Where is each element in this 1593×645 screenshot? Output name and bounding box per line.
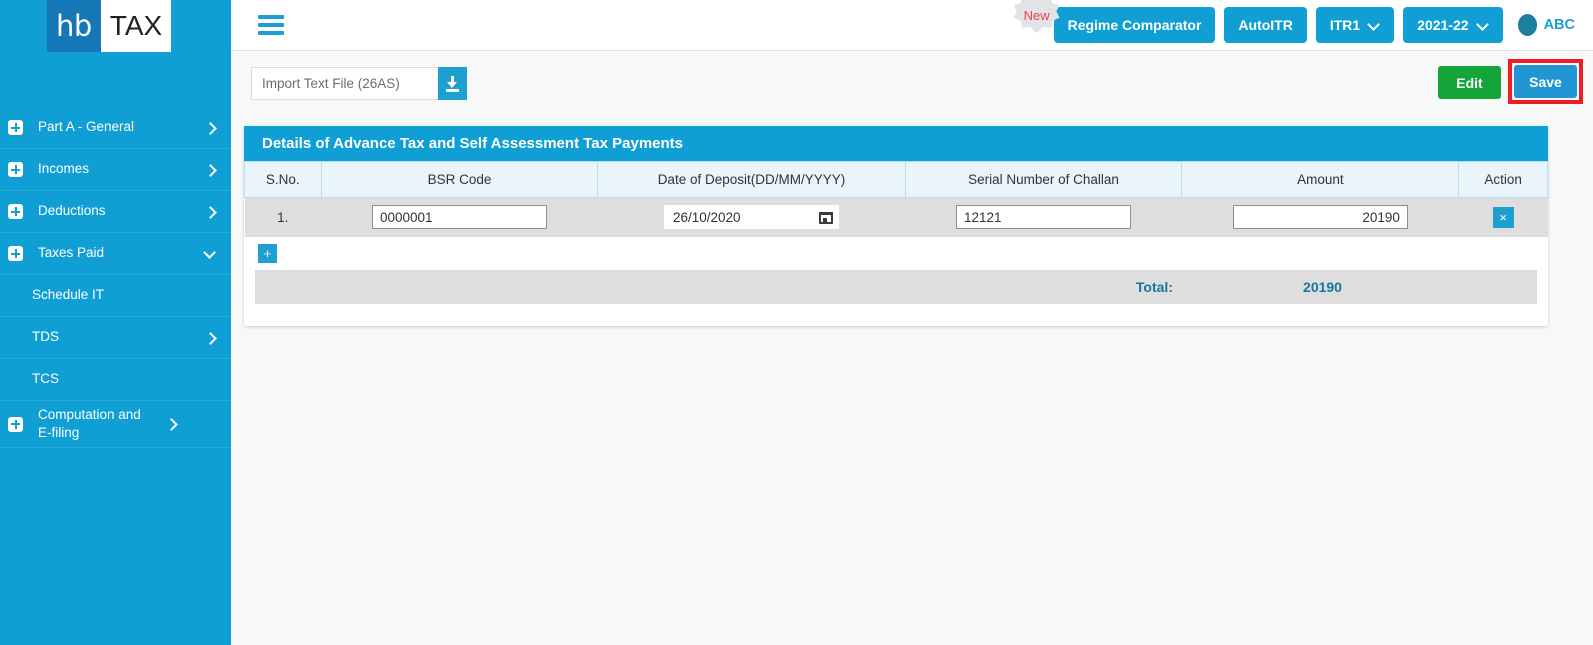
download-icon bbox=[445, 75, 460, 92]
total-label: Total: bbox=[1135, 278, 1173, 295]
itr-form-value: ITR1 bbox=[1329, 17, 1361, 33]
sidebar-item-computation-and-e-filing[interactable]: Computation and E-filing bbox=[0, 401, 231, 449]
chevron-right-icon bbox=[203, 205, 217, 219]
table-header-row: S.No. BSR Code Date of Deposit(DD/MM/YYY… bbox=[244, 161, 1548, 198]
plus-icon bbox=[8, 246, 23, 261]
new-badge: New bbox=[1013, 0, 1060, 33]
chevron-right-icon bbox=[164, 417, 178, 431]
sidebar-item-deductions[interactable]: Deductions bbox=[0, 191, 231, 233]
sidebar-item-schedule-it[interactable]: Schedule IT bbox=[0, 275, 231, 317]
table-body: 1. 26/10/2020 bbox=[244, 197, 1548, 237]
total-row: Total: 20190 bbox=[255, 269, 1537, 304]
sidebar-item-tds[interactable]: TDS bbox=[0, 317, 231, 359]
assessment-year-dropdown[interactable]: 2021-22 bbox=[1403, 7, 1503, 43]
avatar bbox=[1517, 14, 1537, 36]
date-of-deposit-field[interactable]: 26/10/2020 bbox=[604, 205, 899, 230]
table-row: 1. 26/10/2020 bbox=[244, 197, 1548, 237]
add-row-container: + bbox=[244, 236, 1548, 270]
plus-icon bbox=[8, 162, 23, 177]
logo-tax-text: TAX bbox=[100, 0, 172, 52]
sidebar: hb TAX Part A - General Incomes Deductio… bbox=[0, 0, 231, 645]
column-header-amount: Amount bbox=[1181, 161, 1460, 198]
top-bar-actions: New Regime Comparator AutoITR ITR1 2021-… bbox=[1013, 0, 1575, 43]
plus-icon bbox=[8, 416, 23, 432]
logo-hb-text: hb bbox=[47, 0, 101, 52]
row-bsr-code-cell bbox=[321, 197, 598, 237]
delete-row-button[interactable]: × bbox=[1492, 206, 1514, 228]
hamburger-bar bbox=[258, 15, 284, 19]
regime-comparator-button[interactable]: Regime Comparator bbox=[1053, 7, 1216, 43]
advance-tax-card: Details of Advance Tax and Self Assessme… bbox=[244, 126, 1548, 326]
sidebar-item-part-a-general[interactable]: Part A - General bbox=[0, 107, 231, 149]
bsr-code-input[interactable] bbox=[371, 205, 547, 230]
save-button[interactable]: Save bbox=[1514, 65, 1577, 98]
chevron-down-icon bbox=[203, 247, 217, 261]
sidebar-item-label: Deductions bbox=[38, 203, 106, 219]
sidebar-item-label: Taxes Paid bbox=[38, 245, 105, 261]
sidebar-item-label: Computation and E-filing bbox=[38, 407, 141, 441]
sidebar-nav: Part A - General Incomes Deductions Taxe… bbox=[0, 107, 231, 449]
chevron-right-icon bbox=[203, 163, 217, 177]
chevron-right-icon bbox=[203, 331, 217, 345]
row-date-cell: 26/10/2020 bbox=[597, 197, 906, 237]
assessment-year-value: 2021-22 bbox=[1417, 17, 1469, 33]
import-download-button[interactable] bbox=[438, 67, 467, 100]
chevron-right-icon bbox=[203, 121, 217, 135]
column-header-sno: S.No. bbox=[244, 161, 322, 198]
save-button-highlight: Save bbox=[1508, 59, 1583, 104]
table-header: S.No. BSR Code Date of Deposit(DD/MM/YYY… bbox=[244, 161, 1548, 198]
calendar-icon[interactable] bbox=[818, 210, 833, 225]
column-header-date-of-deposit: Date of Deposit(DD/MM/YYYY) bbox=[597, 161, 906, 198]
import-text-file-field[interactable]: Import Text File (26AS) bbox=[251, 67, 467, 100]
row-action-cell: × bbox=[1458, 197, 1548, 237]
user-name-label: ABC bbox=[1543, 17, 1575, 33]
card-footer bbox=[244, 303, 1548, 326]
hamburger-bar bbox=[258, 31, 284, 35]
add-row-button[interactable]: + bbox=[258, 243, 277, 263]
chevron-down-icon bbox=[1369, 20, 1380, 31]
sidebar-item-label: TDS bbox=[32, 329, 59, 345]
sidebar-item-label: TCS bbox=[32, 371, 59, 387]
top-bar: New Regime Comparator AutoITR ITR1 2021-… bbox=[231, 0, 1593, 51]
import-text-file-label: Import Text File (26AS) bbox=[262, 76, 400, 91]
download-icon-arrow bbox=[447, 81, 457, 88]
amount-input[interactable] bbox=[1232, 205, 1408, 230]
app-logo[interactable]: hb TAX bbox=[47, 0, 172, 52]
edit-button[interactable]: Edit bbox=[1438, 66, 1501, 99]
calendar-icon-top bbox=[818, 212, 833, 216]
row-serial-number: 1. bbox=[244, 197, 322, 237]
serial-number-of-challan-input[interactable] bbox=[955, 205, 1131, 230]
row-serial-challan-cell bbox=[905, 197, 1182, 237]
sidebar-item-taxes-paid[interactable]: Taxes Paid bbox=[0, 233, 231, 275]
column-header-serial-number: Serial Number of Challan bbox=[904, 161, 1183, 198]
itr-form-dropdown[interactable]: ITR1 bbox=[1315, 7, 1395, 43]
card-title: Details of Advance Tax and Self Assessme… bbox=[244, 126, 1548, 161]
sidebar-item-label: Schedule IT bbox=[32, 287, 105, 303]
regime-comparator-wrapper: New Regime Comparator bbox=[1013, 0, 1216, 43]
column-header-action: Action bbox=[1458, 161, 1548, 198]
sidebar-item-label: Incomes bbox=[38, 161, 90, 177]
column-header-bsr-code: BSR Code bbox=[320, 161, 599, 198]
total-value: 20190 bbox=[1303, 278, 1342, 295]
row-amount-cell bbox=[1181, 197, 1459, 237]
app-root: hb TAX Part A - General Incomes Deductio… bbox=[0, 0, 1593, 645]
sidebar-item-label: Part A - General bbox=[38, 119, 135, 135]
date-input[interactable]: 26/10/2020 bbox=[663, 205, 839, 230]
hamburger-bar bbox=[258, 23, 284, 27]
chevron-down-icon bbox=[1478, 20, 1489, 31]
user-menu[interactable]: ABC bbox=[1517, 14, 1575, 36]
hamburger-icon[interactable] bbox=[258, 15, 284, 35]
sidebar-item-incomes[interactable]: Incomes bbox=[0, 149, 231, 191]
plus-icon bbox=[8, 204, 23, 219]
plus-icon bbox=[8, 120, 23, 135]
advance-tax-table: S.No. BSR Code Date of Deposit(DD/MM/YYY… bbox=[244, 161, 1548, 237]
action-strip: Import Text File (26AS) Edit Save bbox=[231, 52, 1593, 114]
download-icon-base bbox=[446, 89, 459, 92]
sidebar-item-tcs[interactable]: TCS bbox=[0, 359, 231, 401]
auto-itr-button[interactable]: AutoITR bbox=[1224, 7, 1307, 43]
date-value: 26/10/2020 bbox=[672, 209, 741, 225]
calendar-icon-dot bbox=[822, 217, 827, 222]
